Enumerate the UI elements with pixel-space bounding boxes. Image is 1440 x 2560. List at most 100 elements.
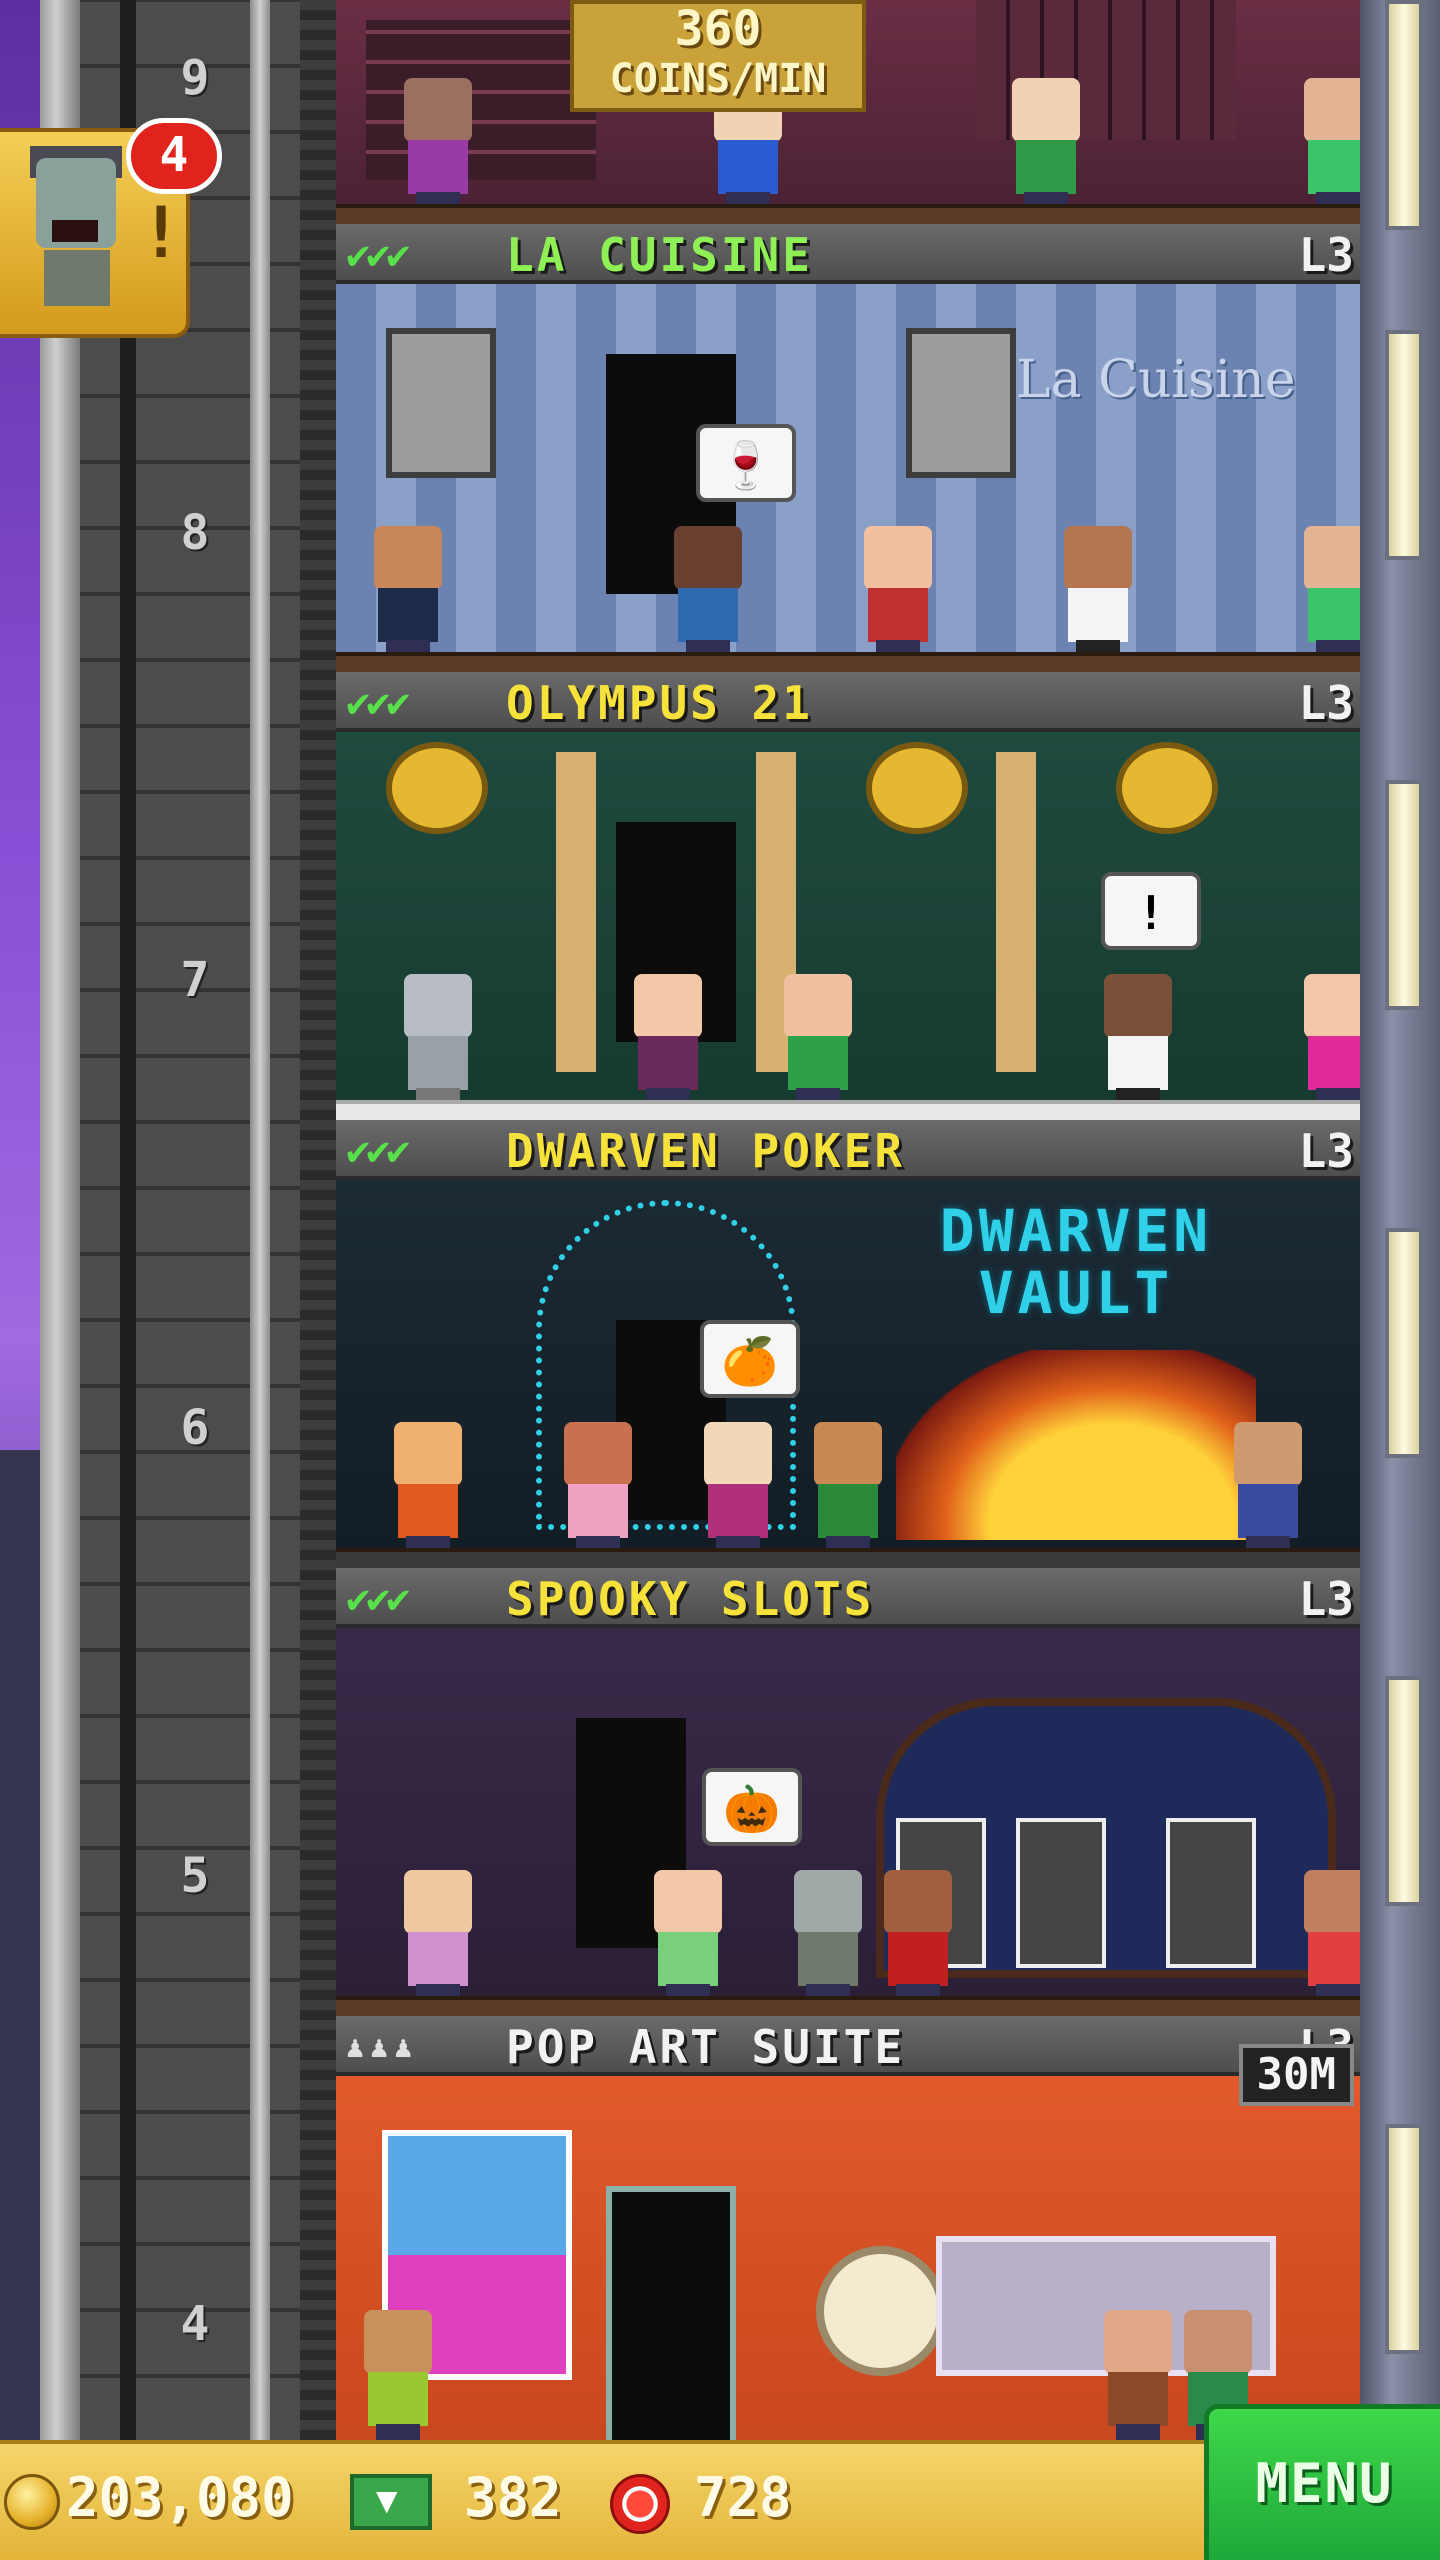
floor-dwarven-poker[interactable]: ✔✔✔ DWARVEN POKER L3 DWARVEN VAULT 🍊	[336, 1120, 1360, 1568]
dwarven-vault-sign: DWARVEN VAULT	[916, 1200, 1236, 1324]
zombie-guest[interactable]	[786, 1870, 870, 2000]
shaft-edge	[300, 0, 336, 2440]
zombie-body	[44, 250, 110, 306]
floor-base	[336, 204, 1360, 224]
guest[interactable]	[396, 1870, 480, 2000]
tower-bux-icon	[350, 2474, 432, 2530]
diamond-medallion-icon	[866, 742, 968, 834]
floor-stars-icon: ✔✔✔	[346, 1576, 410, 1622]
floor-number-6: 6	[180, 1400, 210, 1456]
floor-header: ♟♟♟ POP ART SUITE L3	[336, 2016, 1360, 2076]
guest[interactable]	[396, 78, 480, 208]
dragon-treasure-pile	[896, 1350, 1256, 1540]
spade-medallion-icon	[386, 742, 488, 834]
vault-sign-line-2: VAULT	[978, 1259, 1174, 1327]
guest[interactable]	[1296, 526, 1360, 656]
guest[interactable]	[666, 526, 750, 656]
zombie-mouth	[52, 220, 98, 242]
notification-count-badge: 4	[126, 118, 222, 194]
coins-count: 203,080	[66, 2466, 294, 2529]
wall-light	[1385, 780, 1423, 1010]
floor-base	[336, 652, 1360, 672]
wall-painting	[386, 328, 496, 478]
wall-light	[1385, 1676, 1423, 1906]
guest[interactable]	[696, 1422, 780, 1552]
floor-pop-art-suite[interactable]: ♟♟♟ POP ART SUITE L3 30M	[336, 2016, 1360, 2440]
floor-name: DWARVEN POKER	[506, 1124, 906, 1178]
floor-name: LA CUISINE	[506, 228, 813, 282]
la-cuisine-wall-sign: La Cuisine	[1016, 350, 1296, 410]
vault-sign-line-1: DWARVEN	[939, 1197, 1213, 1265]
floor-spooky-slots[interactable]: ✔✔✔ SPOOKY SLOTS L3 🎃	[336, 1568, 1360, 2016]
chef[interactable]	[1056, 526, 1140, 656]
coins-per-minute-sign: 360 COINS/MIN	[570, 0, 866, 112]
wall-painting	[906, 328, 1016, 478]
floor-number-4: 4	[180, 2296, 210, 2352]
floor-base	[336, 1100, 1360, 1120]
guest[interactable]	[1296, 1870, 1360, 2000]
exclamation-request-icon[interactable]: !	[1101, 872, 1201, 950]
floor-base	[336, 1996, 1360, 2016]
wall-light	[1385, 2124, 1423, 2354]
floor-number-5: 5	[180, 1848, 210, 1904]
dealer-staff[interactable]	[1096, 974, 1180, 1104]
floor-stars-icon: ✔✔✔	[346, 1128, 410, 1174]
dwarf-staff[interactable]	[806, 1422, 890, 1552]
guest[interactable]	[556, 1422, 640, 1552]
floor-la-cuisine[interactable]: ✔✔✔ LA CUISINE L3 La Cuisine 🍷	[336, 224, 1360, 672]
floor-stars-icon: ✔✔✔	[346, 232, 410, 278]
coins-rate-unit: COINS/MIN	[609, 56, 827, 102]
floor-header: ✔✔✔ OLYMPUS 21 L3	[336, 672, 1360, 732]
gnome-guest[interactable]	[386, 1422, 470, 1552]
floor-olympus-21[interactable]: ✔✔✔ OLYMPUS 21 L3 !	[336, 672, 1360, 1120]
elevator-shaft[interactable]	[40, 0, 340, 2440]
floor-stars-icon: ✔✔✔	[346, 680, 410, 726]
guest[interactable]	[776, 974, 860, 1104]
round-window	[816, 2246, 946, 2376]
floor-price-tag: 30M	[1238, 2044, 1354, 2106]
floor-number-9: 9	[180, 50, 210, 106]
floor-header: ✔✔✔ SPOOKY SLOTS L3	[336, 1568, 1360, 1628]
shaft-rail-left	[40, 0, 80, 2440]
floor-header: ✔✔✔ LA CUISINE L3	[336, 224, 1360, 284]
wall-light	[1385, 1228, 1423, 1458]
slot-machine	[1016, 1818, 1106, 1968]
shaft-cable	[120, 0, 136, 2440]
shaft-rail-right	[250, 0, 270, 2440]
club-medallion-icon	[1116, 742, 1218, 834]
floor-level: L3	[1298, 1572, 1354, 1626]
floor-level: L3	[1298, 1124, 1354, 1178]
floor-number-7: 7	[180, 952, 210, 1008]
guest[interactable]	[856, 526, 940, 656]
floor-level: L3	[1298, 676, 1354, 730]
guest[interactable]	[356, 2310, 440, 2440]
fruit-request-icon[interactable]: 🍊	[700, 1320, 800, 1398]
guest[interactable]	[1296, 974, 1360, 1104]
menu-button[interactable]: MENU	[1204, 2404, 1440, 2560]
room-interior: La Cuisine	[336, 284, 1360, 672]
pumpkin-request-icon[interactable]: 🎃	[702, 1768, 802, 1846]
guest[interactable]	[646, 1870, 730, 2000]
floor-number-8: 8	[180, 505, 210, 561]
chef-staff[interactable]	[366, 526, 450, 656]
bux-count: 382	[464, 2466, 562, 2529]
coins-rate-value: 360	[674, 1, 762, 57]
wine-glass-request-icon[interactable]: 🍷	[696, 424, 796, 502]
coin-icon	[4, 2474, 60, 2530]
guest[interactable]	[1296, 78, 1360, 208]
wizard-guest[interactable]	[1226, 1422, 1310, 1552]
guest[interactable]	[1096, 2310, 1180, 2440]
robot-guest[interactable]	[396, 974, 480, 1104]
resident-slots-icon: ♟♟♟	[346, 2030, 419, 2065]
guest[interactable]	[626, 974, 710, 1104]
floor-name: POP ART SUITE	[506, 2020, 906, 2074]
doorway	[606, 2186, 736, 2440]
floor-name: OLYMPUS 21	[506, 676, 813, 730]
wall-light	[1385, 330, 1423, 560]
staff[interactable]	[876, 1870, 960, 2000]
alert-mark: !	[140, 192, 183, 274]
slot-machine	[1166, 1818, 1256, 1968]
guest[interactable]	[1004, 78, 1088, 208]
casino-chip-icon	[610, 2474, 670, 2534]
wall-light	[1385, 0, 1423, 230]
